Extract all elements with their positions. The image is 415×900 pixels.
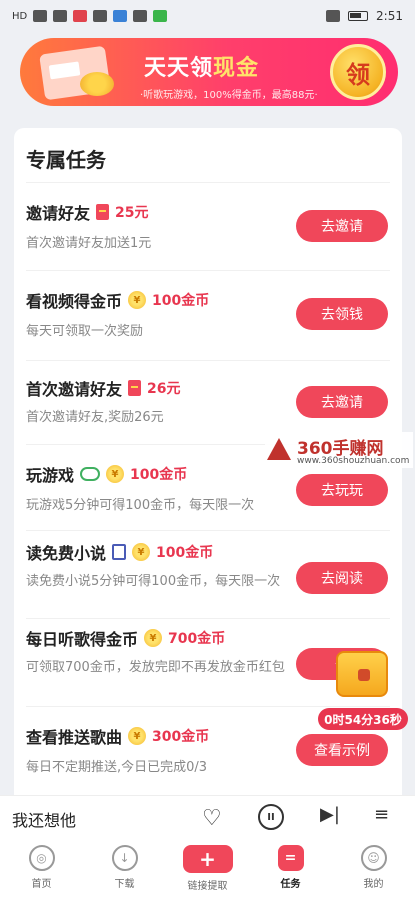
profile-icon: ☺ xyxy=(360,845,387,871)
divider xyxy=(26,360,390,361)
nav-label: 首页 xyxy=(31,879,52,890)
app-icon-2 xyxy=(153,10,168,22)
divider xyxy=(26,618,390,619)
pause-icon[interactable]: II xyxy=(258,804,284,830)
task-title-row: 玩游戏 ¥ 100金币 xyxy=(26,462,187,486)
treasure-chest-icon xyxy=(336,651,388,697)
tasks-icon: = xyxy=(277,845,304,871)
network-label: HD xyxy=(12,10,28,22)
download-icon: ↓ xyxy=(111,845,138,871)
status-left: HD xyxy=(12,10,168,22)
add-icon: + xyxy=(182,845,233,873)
task-reward: 300金币 xyxy=(152,729,210,745)
task-reward: 100金币 xyxy=(152,293,210,309)
mini-player[interactable]: 我还想他 ♡ II ▶| ≡ xyxy=(0,795,415,839)
divider xyxy=(26,270,390,271)
download-icon xyxy=(93,10,108,22)
cash-banner[interactable]: 天天领现金 ·听歌玩游戏，100%得金币，最高88元· 领 xyxy=(20,38,398,106)
nav-home[interactable]: ◎ 首页 xyxy=(7,845,77,890)
watermark-logo-icon xyxy=(267,438,291,460)
task-title-row: 查看推送歌曲 ¥ 300金币 xyxy=(26,724,209,748)
song-title[interactable]: 我还想他 xyxy=(12,807,76,831)
task-title: 首次邀请好友 xyxy=(26,380,123,399)
task-reward: 700金币 xyxy=(168,631,226,647)
task-title: 查看推送歌曲 xyxy=(26,728,123,747)
nav-tasks[interactable]: = 任务 xyxy=(256,845,326,890)
coin-icon: ¥ xyxy=(144,629,163,647)
bottom-nav: ◎ 首页 ↓ 下载 + 链接提取 = 任务 ☺ 我的 xyxy=(0,839,415,900)
playlist-icon[interactable]: ≡ xyxy=(374,804,389,825)
clock: 2:51 xyxy=(376,9,403,23)
nav-link-extract[interactable]: + 链接提取 xyxy=(173,845,243,892)
coin-icon: ¥ xyxy=(132,543,151,561)
heart-icon[interactable]: ♡ xyxy=(202,806,222,831)
task-title: 玩游戏 xyxy=(26,466,75,485)
read-novel-button[interactable]: 去阅读 xyxy=(296,562,388,594)
book-icon xyxy=(112,544,127,560)
nav-download[interactable]: ↓ 下载 xyxy=(90,845,160,890)
task-reward: 100金币 xyxy=(156,545,214,561)
app-icon xyxy=(113,10,128,22)
task-title: 读免费小说 xyxy=(26,544,107,563)
chat-icon xyxy=(133,10,148,22)
coins-illustration xyxy=(80,72,114,96)
nav-profile[interactable]: ☺ 我的 xyxy=(339,845,409,890)
task-reward: 25元 xyxy=(115,205,149,221)
battery-icon xyxy=(348,11,369,21)
gamepad-icon xyxy=(80,467,101,481)
section-title: 专属任务 xyxy=(26,148,106,172)
chest-timer[interactable]: 0时54分36秒 xyxy=(318,708,408,730)
view-example-button[interactable]: 查看示例 xyxy=(296,734,388,766)
nav-label: 我的 xyxy=(363,879,384,890)
coin-icon: ¥ xyxy=(128,291,147,309)
coin-icon: ¥ xyxy=(128,727,147,745)
nav-label: 链接提取 xyxy=(187,881,228,892)
divider xyxy=(26,182,390,183)
task-title: 邀请好友 xyxy=(26,204,91,223)
task-title-row: 首次邀请好友 26元 xyxy=(26,376,181,400)
status-right: 2:51 xyxy=(326,9,403,23)
nav-label: 任务 xyxy=(280,879,301,890)
banner-title: 天天领现金 xyxy=(144,56,260,81)
task-title: 看视频得金币 xyxy=(26,292,123,311)
task-reward: 26元 xyxy=(147,381,181,397)
invite-button-2[interactable]: 去邀请 xyxy=(296,386,388,418)
task-reward: 100金币 xyxy=(130,467,188,483)
divider xyxy=(26,530,390,531)
task-desc: 每天可领取一次奖励 xyxy=(26,324,144,339)
claim-badge[interactable]: 领 xyxy=(330,44,386,100)
vibrate-icon xyxy=(326,10,341,22)
play-game-button[interactable]: 去玩玩 xyxy=(296,474,388,506)
status-bar: HD 2:51 xyxy=(0,0,415,32)
task-title: 每日听歌得金币 xyxy=(26,630,139,649)
home-icon: ◎ xyxy=(28,845,55,871)
coin-icon: ¥ xyxy=(106,465,125,483)
watermark: 360手赚网 www.360shouzhuan.com xyxy=(265,432,413,468)
banner-subtitle: ·听歌玩游戏，100%得金币，最高88元· xyxy=(140,90,318,101)
red-envelope-icon xyxy=(128,380,142,396)
task-desc: 每日不定期推送,今日已完成0/3 xyxy=(26,760,208,775)
task-title-row: 看视频得金币 ¥ 100金币 xyxy=(26,288,209,312)
nav-label: 下载 xyxy=(114,879,135,890)
task-desc: 首次邀请好友,奖励26元 xyxy=(26,410,164,425)
signal-icon xyxy=(33,10,48,22)
task-desc: 读免费小说5分钟可得100金币，每天限一次 xyxy=(26,574,281,589)
task-desc: 首次邀请好友加送1元 xyxy=(26,236,152,251)
task-desc: 可领取700金币，发放完即不再发放金币红包 xyxy=(26,660,285,675)
red-envelope-icon xyxy=(96,204,110,220)
task-title-row: 读免费小说 ¥ 100金币 xyxy=(26,540,213,564)
treasure-chest[interactable] xyxy=(328,645,398,707)
claim-money-button[interactable]: 去领钱 xyxy=(296,298,388,330)
task-title-row: 每日听歌得金币 ¥ 700金币 xyxy=(26,626,225,650)
invite-button[interactable]: 去邀请 xyxy=(296,210,388,242)
notification-app-icon xyxy=(73,10,88,22)
wifi-icon xyxy=(53,10,68,22)
next-track-icon[interactable]: ▶| xyxy=(320,804,340,825)
watermark-url: www.360shouzhuan.com xyxy=(297,456,410,466)
task-desc: 玩游戏5分钟可得100金币，每天限一次 xyxy=(26,498,255,513)
task-title-row: 邀请好友 25元 xyxy=(26,200,149,224)
